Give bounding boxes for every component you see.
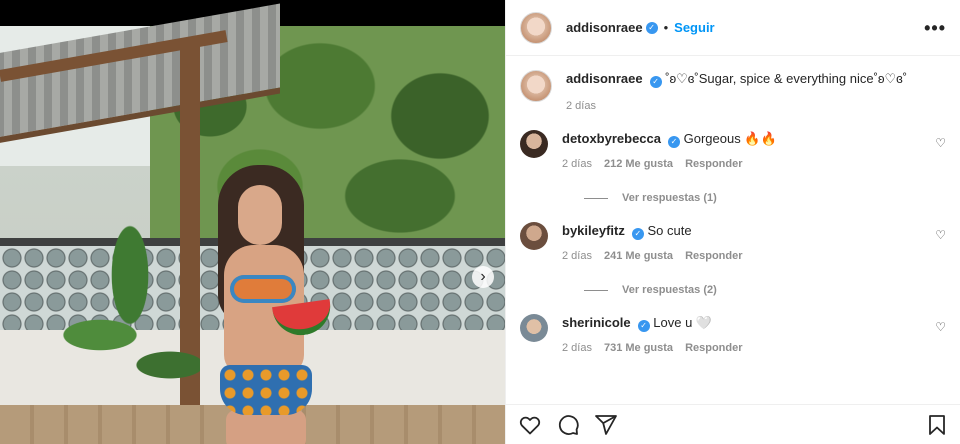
view-replies-button[interactable]: Ver respuestas (1) <box>584 192 946 204</box>
reply-button[interactable]: Responder <box>685 158 742 170</box>
person-bikini-bottoms <box>220 365 312 415</box>
verified-badge-icon: ✓ <box>649 76 662 88</box>
photo-person <box>200 165 334 444</box>
view-replies-button[interactable]: Ver respuestas (2) <box>584 284 946 296</box>
verified-badge-icon: ✓ <box>631 228 644 240</box>
comment-time[interactable]: 2 días <box>562 250 592 262</box>
post-photo[interactable]: › <box>0 0 505 444</box>
post-actions-bar <box>506 404 960 444</box>
caption-username[interactable]: addisonraee <box>566 71 643 86</box>
replies-divider <box>584 289 608 291</box>
verified-badge-icon: ✓ <box>645 21 658 34</box>
comment-avatar[interactable] <box>520 222 548 250</box>
verified-badge-icon: ✓ <box>668 136 680 148</box>
post-side-panel: addisonraee ✓ • Seguir ••• addisonraee ✓ … <box>505 0 960 444</box>
author-username[interactable]: addisonraee <box>566 20 643 35</box>
chevron-right-icon: › <box>480 268 486 285</box>
caption-text: ˚ʚ♡ɞ˚Sugar, spice & everything nice˚ʚ♡ɞ˚ <box>665 71 908 86</box>
view-replies-label: Ver respuestas (1) <box>622 192 717 204</box>
more-options-icon[interactable]: ••• <box>924 19 946 37</box>
author-avatar[interactable] <box>520 11 552 44</box>
verified-badge-icon: ✓ <box>637 320 650 332</box>
comment-time[interactable]: 2 días <box>562 342 592 354</box>
comments-list[interactable]: addisonraee ✓ ˚ʚ♡ɞ˚Sugar, spice & everyth… <box>506 56 960 406</box>
comment-text: Gorgeous 🔥🔥 <box>683 131 777 146</box>
person-bikini-top <box>230 275 296 303</box>
comment-like-heart-icon[interactable]: ♡ <box>935 228 946 242</box>
comment-item: sherinicole ✓ Love u 🤍 2 días 731 Me gust… <box>520 314 946 354</box>
comment-avatar[interactable] <box>520 130 548 158</box>
caption-avatar[interactable] <box>520 70 552 102</box>
comment-likes[interactable]: 731 Me gusta <box>604 342 673 354</box>
comment-username[interactable]: bykileyfitz <box>562 223 625 238</box>
follow-button[interactable]: Seguir <box>674 20 714 35</box>
comment-time[interactable]: 2 días <box>562 158 592 170</box>
replies-divider <box>584 197 608 199</box>
header-separator: • <box>663 20 669 35</box>
comment-item: detoxbyrebecca ✓ Gorgeous 🔥🔥 2 días 212 M… <box>520 130 946 170</box>
comment-icon[interactable] <box>556 413 580 437</box>
view-replies-label: Ver respuestas (2) <box>622 284 717 296</box>
person-legs <box>226 410 306 444</box>
comment-text: Love u 🤍 <box>653 315 713 330</box>
person-face <box>238 185 282 245</box>
post-caption: addisonraee ✓ ˚ʚ♡ɞ˚Sugar, spice & everyth… <box>520 70 946 112</box>
comment-like-heart-icon[interactable]: ♡ <box>935 320 946 334</box>
heart-icon[interactable] <box>518 413 542 437</box>
reply-button[interactable]: Responder <box>685 250 742 262</box>
comment-likes[interactable]: 212 Me gusta <box>604 158 673 170</box>
bookmark-icon[interactable] <box>925 413 949 437</box>
share-icon[interactable] <box>594 413 618 437</box>
comment-text: So cute <box>647 223 692 238</box>
post-header: addisonraee ✓ • Seguir ••• <box>506 0 960 56</box>
comment-avatar[interactable] <box>520 314 548 342</box>
next-photo-button[interactable]: › <box>472 266 494 288</box>
caption-time[interactable]: 2 días <box>566 100 596 112</box>
reply-button[interactable]: Responder <box>685 342 742 354</box>
comment-username[interactable]: sherinicole <box>562 315 631 330</box>
comment-username[interactable]: detoxbyrebecca <box>562 131 661 146</box>
comment-item: bykileyfitz ✓ So cute 2 días 241 Me gusta… <box>520 222 946 262</box>
comment-like-heart-icon[interactable]: ♡ <box>935 136 946 150</box>
photo-plant <box>60 195 200 415</box>
comment-likes[interactable]: 241 Me gusta <box>604 250 673 262</box>
